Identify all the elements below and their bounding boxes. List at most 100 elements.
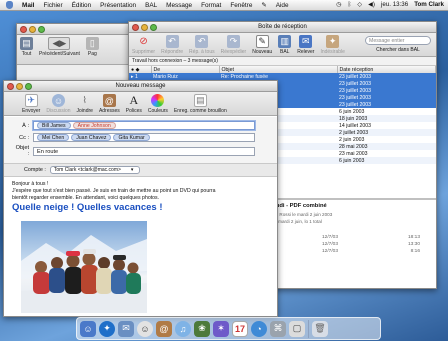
fonts-button[interactable]: A Polices (126, 93, 142, 114)
recipient-chip[interactable]: Bill James (37, 122, 71, 129)
system-prefs-icon[interactable]: ⌘ (270, 320, 286, 337)
minimize-icon[interactable] (29, 26, 36, 33)
mailbox-icon: ▥ (278, 35, 292, 48)
menu-fichier[interactable]: Fichier (43, 2, 62, 9)
menu-fenetre[interactable]: Fenêtre (230, 2, 252, 9)
colors-button[interactable]: Couleurs (148, 94, 168, 114)
message-flag: ▸ 1 (129, 73, 151, 80)
apple-menu-icon[interactable] (6, 1, 13, 9)
zoom-icon[interactable] (150, 24, 157, 31)
photo-attachment[interactable] (21, 221, 147, 313)
bluetooth-icon[interactable]: ᛒ (348, 1, 352, 8)
menu-message[interactable]: Message (166, 2, 192, 9)
ipod-icon[interactable]: ▢ (289, 320, 305, 337)
search-area: Message entier Chercher dans BAL (365, 36, 431, 53)
reply-all-button[interactable]: ↶ Rép. à tous (189, 35, 215, 55)
drawer-button[interactable]: ▤ Tout (20, 37, 33, 57)
recipient-chip[interactable]: Anne Johnson (72, 122, 116, 129)
search-input[interactable]: Message entier (365, 36, 431, 45)
account-select[interactable]: Tom Clark <tclark@mac.com> (49, 166, 140, 174)
sherlock-icon[interactable]: ◔ (251, 320, 267, 337)
script-menu-icon[interactable]: ✎ (261, 1, 266, 9)
preview-row: 12/7/03 8:16 (322, 249, 420, 256)
subject-label: Objet : (15, 145, 29, 157)
message-list-header: ● ◆ De Objet Date réception (129, 66, 436, 73)
user-menu[interactable]: Tom Clark (414, 1, 444, 8)
paperclip-icon: ⌇ (82, 95, 87, 105)
clock[interactable]: jeu. 13:36 (381, 1, 408, 8)
reply-button[interactable]: ↶ Répondre (161, 35, 183, 55)
menu-aide[interactable]: Aide (276, 2, 289, 9)
subject-field[interactable]: En route (33, 146, 255, 156)
new-message-button[interactable]: ✎ Nouveau (252, 35, 272, 55)
minimize-icon[interactable] (141, 24, 148, 31)
drawer-label: Tout (21, 51, 32, 57)
get-mail-label: Relever (297, 49, 315, 55)
to-field[interactable]: Bill James Anne Johnson (33, 121, 255, 130)
iphoto-icon[interactable]: ❀ (194, 320, 210, 337)
minimize-icon[interactable] (16, 83, 23, 90)
mailbox-toolbar: ⊘ Supprimer ↶ Répondre ↶ Rép. à tous ↷ Réexp… (129, 33, 436, 57)
reply-all-icon: ↶ (195, 35, 209, 48)
cc-field[interactable]: Mei Chen Juan Chavez Gita Kumar (33, 133, 255, 142)
safari-icon[interactable]: ✦ (99, 320, 115, 337)
junk-button[interactable]: ✦ Indésirable (320, 35, 345, 55)
new-message-icon: ✎ (255, 35, 269, 48)
chat-button[interactable]: ☺ Discussion (46, 94, 71, 114)
message-date: 23 juillet 2003 (337, 87, 436, 94)
page-icon: ▯ (85, 37, 99, 50)
address-book-icon: @ (102, 94, 116, 107)
close-icon[interactable] (20, 26, 27, 33)
mail-icon[interactable]: ✉ (118, 320, 134, 337)
addresses-button[interactable]: @ Adresses (99, 94, 120, 114)
account-row: Compte : Tom Clark <tclark@mac.com> ▾ (4, 164, 277, 177)
forward-button[interactable]: ↷ Réexpédier (221, 35, 246, 55)
menu-presentation[interactable]: Présentation (100, 2, 136, 9)
delete-button[interactable]: ⊘ Supprimer (132, 35, 155, 55)
addressbook-icon[interactable]: @ (156, 320, 172, 337)
cc-chip[interactable]: Juan Chavez (71, 134, 112, 141)
ical-icon[interactable]: 17 (232, 320, 248, 337)
menu-edition[interactable]: Édition (72, 2, 92, 9)
close-icon[interactable] (7, 83, 14, 90)
send-button[interactable]: ✈ Envoyer (22, 94, 40, 114)
cc-chip[interactable]: Gita Kumar (113, 134, 150, 141)
zoom-icon[interactable] (38, 26, 45, 33)
itunes-icon[interactable]: ♫ (175, 320, 191, 337)
account-label: Compte : (24, 167, 46, 173)
clock-sync-icon[interactable]: ◷ (336, 1, 341, 8)
trash-icon[interactable]: 🗑 (312, 320, 328, 337)
prev-next-button[interactable]: ◀▶ Précédent/Suivant (39, 37, 80, 57)
cc-chip[interactable]: Mei Chen (37, 134, 70, 141)
send-label: Envoyer (22, 108, 41, 114)
fonts-icon: A (129, 93, 139, 107)
close-icon[interactable] (132, 24, 139, 31)
search-label: Chercher dans BAL (376, 47, 420, 53)
attach-button[interactable]: ⌇ Joindre (77, 94, 93, 114)
page-button[interactable]: ▯ Pag (85, 37, 99, 57)
menu-app[interactable]: Mail (22, 2, 34, 9)
save-draft-button[interactable]: ▤ Enreg. comme brouillon (174, 94, 227, 114)
message-body[interactable]: Bonjour à tous ! J'espère que tout s'est… (12, 181, 267, 212)
mailbox-button[interactable]: ▥ BAL (278, 35, 292, 55)
delete-label: Supprimer (132, 49, 156, 55)
airport-icon[interactable]: ◇ (357, 1, 362, 8)
finder-icon[interactable]: ☺ (80, 320, 96, 337)
column-from[interactable]: De (151, 66, 220, 73)
chevron-down-icon[interactable]: ▾ (131, 167, 134, 173)
imovie-icon[interactable]: ✶ (213, 320, 229, 337)
column-subject[interactable]: Objet (219, 66, 338, 73)
mailbox-title: Boîte de réception (258, 24, 307, 30)
message-date: 23 mai 2003 (339, 150, 368, 157)
message-date: 14 juillet 2003 (339, 122, 372, 129)
colors-label: Couleurs (147, 108, 168, 114)
zoom-icon[interactable] (25, 83, 32, 90)
volume-icon[interactable]: ◀) (368, 1, 375, 8)
column-date[interactable]: Date réception (337, 66, 436, 73)
ichat-icon[interactable]: ☺ (137, 320, 153, 337)
menu-format[interactable]: Format (201, 2, 221, 9)
menu-bal[interactable]: BAL (145, 2, 157, 9)
message-row[interactable]: ▸ 1 Mario Ruiz Re: Prochaine fusée 23 juill… (129, 73, 436, 80)
get-mail-button[interactable]: ✉ Relever (297, 35, 314, 55)
column-flags[interactable]: ● ◆ (129, 66, 152, 73)
